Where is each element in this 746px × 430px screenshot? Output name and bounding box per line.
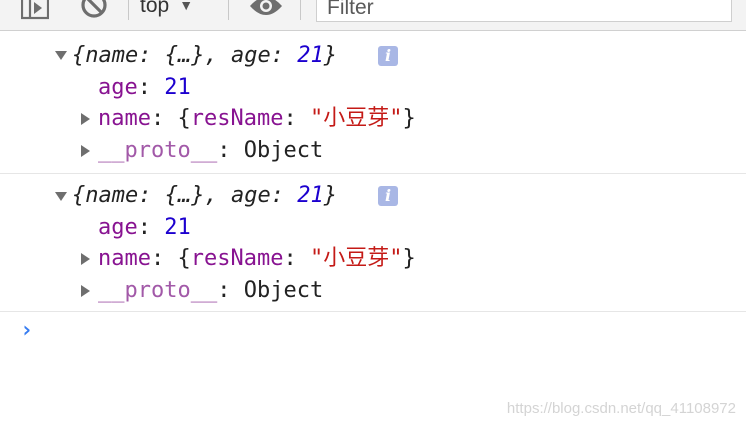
- property-name[interactable]: name: {resName: "小豆芽"}: [98, 104, 416, 134]
- clear-console-icon[interactable]: [80, 0, 108, 22]
- info-icon[interactable]: i: [378, 46, 398, 66]
- context-label: top: [140, 0, 170, 17]
- console-message: {name: {…}, age: 21} i age: 21 name: {re…: [0, 174, 746, 312]
- console-prompt[interactable]: ›: [20, 318, 33, 344]
- collapse-triangle-icon[interactable]: [55, 51, 67, 60]
- info-icon[interactable]: i: [378, 186, 398, 206]
- property-age: age: 21: [98, 215, 191, 240]
- property-age: age: 21: [98, 75, 191, 100]
- property-name[interactable]: name: {resName: "小豆芽"}: [98, 244, 416, 274]
- toolbar-divider: [128, 0, 129, 20]
- chevron-down-icon: ▼: [179, 0, 194, 13]
- context-selector[interactable]: top ▼: [140, 0, 193, 16]
- expand-triangle-icon[interactable]: [81, 285, 90, 297]
- toolbar-divider: [228, 0, 229, 20]
- filter-input[interactable]: [316, 0, 732, 22]
- console-message: {name: {…}, age: 21} i age: 21 name: {re…: [0, 31, 746, 174]
- collapse-triangle-icon[interactable]: [55, 192, 67, 201]
- console-toolbar: top ▼: [0, 0, 746, 31]
- property-proto[interactable]: __proto__: Object: [98, 136, 323, 166]
- eye-icon[interactable]: [248, 0, 284, 22]
- expand-triangle-icon[interactable]: [81, 145, 90, 157]
- watermark-text: https://blog.csdn.net/qq_41108972: [506, 400, 736, 417]
- devtools-console: top ▼ {name: {…}, age: 21} i age: 21 nam…: [0, 0, 746, 430]
- object-summary[interactable]: {name: {…}, age: 21}: [72, 41, 337, 71]
- property-proto[interactable]: __proto__: Object: [98, 276, 323, 306]
- expand-triangle-icon[interactable]: [81, 113, 90, 125]
- toolbar-divider: [300, 0, 301, 20]
- object-summary[interactable]: {name: {…}, age: 21}: [72, 181, 337, 211]
- expand-triangle-icon[interactable]: [81, 253, 90, 265]
- sidebar-toggle-icon[interactable]: [20, 0, 50, 22]
